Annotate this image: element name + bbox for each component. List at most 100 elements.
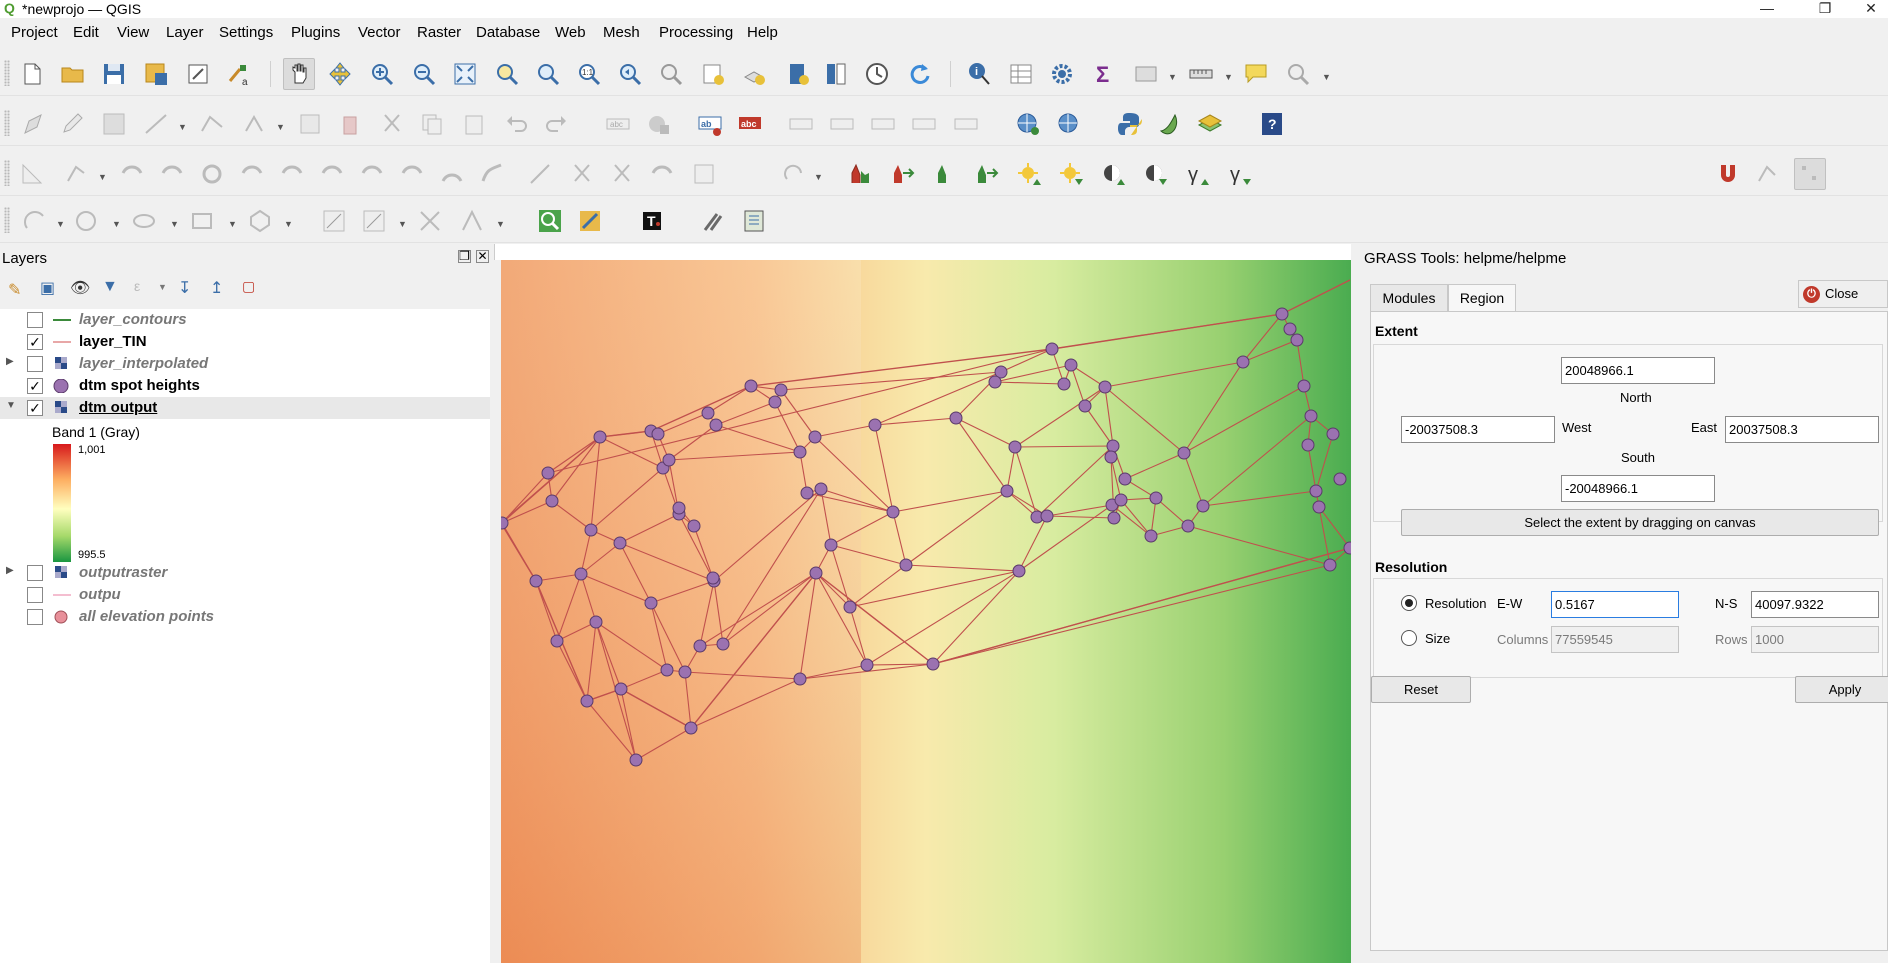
statistical-summary-icon[interactable]: Σ xyxy=(1088,58,1120,90)
menu-layer[interactable]: Layer xyxy=(166,24,204,41)
collapse-all-icon[interactable]: ↥ xyxy=(210,278,223,298)
grass-tools-icon[interactable] xyxy=(1154,108,1186,140)
merge-features-icon[interactable] xyxy=(646,158,678,190)
filter-expression-icon[interactable]: ε xyxy=(134,278,140,294)
vertex-tool-icon[interactable] xyxy=(196,108,228,140)
tab-region[interactable]: Region xyxy=(1448,284,1516,312)
layer-tool-icon[interactable] xyxy=(1194,108,1226,140)
processing-toolbox-icon[interactable] xyxy=(534,205,566,237)
polygon-tool-icon[interactable] xyxy=(456,205,488,237)
menu-plugins[interactable]: Plugins xyxy=(291,24,340,41)
digitize-line-icon[interactable] xyxy=(140,108,172,140)
print-layout-icon[interactable] xyxy=(182,58,214,90)
north-input[interactable]: 20048966.1 xyxy=(1561,357,1715,384)
show-hide-labels-icon[interactable] xyxy=(826,108,858,140)
resolution-radio[interactable] xyxy=(1401,595,1417,611)
style-brush-icon[interactable]: ✎ xyxy=(8,280,21,300)
minimize-button[interactable]: — xyxy=(1744,0,1790,18)
tab-modules[interactable]: Modules xyxy=(1370,284,1448,312)
delete-ring-icon[interactable] xyxy=(316,158,348,190)
split-parts-icon[interactable] xyxy=(606,158,638,190)
add-circle-icon[interactable] xyxy=(70,205,102,237)
rotate-label-icon[interactable] xyxy=(908,108,940,140)
pin-labels-icon[interactable] xyxy=(785,108,817,140)
layer-item[interactable]: ✓ layer_TIN xyxy=(0,331,490,353)
grass-shell-icon[interactable] xyxy=(698,205,730,237)
collapse-arrow-icon[interactable]: ▼ xyxy=(6,400,16,411)
measure-line-icon[interactable] xyxy=(1185,58,1217,90)
style-manager-icon[interactable]: a xyxy=(222,58,254,90)
diagram-options-icon[interactable] xyxy=(643,108,675,140)
layer-visibility-checkbox[interactable] xyxy=(27,565,43,581)
simplify-feature-icon[interactable] xyxy=(156,158,188,190)
copy-features-icon[interactable] xyxy=(416,108,448,140)
advanced-digitizing-icon[interactable] xyxy=(16,158,48,190)
zoom-native-icon[interactable]: 1:1 xyxy=(573,58,605,90)
expand-arrow-icon[interactable]: ▶ xyxy=(6,356,14,367)
change-label-icon[interactable] xyxy=(950,108,982,140)
add-ring-icon[interactable] xyxy=(196,158,228,190)
layer-item[interactable]: ▶ outputraster xyxy=(0,562,490,584)
add-wms-layer-icon[interactable] xyxy=(1012,108,1044,140)
manage-visibility-icon[interactable]: 👁 xyxy=(70,278,90,298)
layer-item-selected[interactable]: ▼ ✓ dtm output xyxy=(0,397,490,419)
south-input[interactable]: -20048966.1 xyxy=(1561,475,1715,502)
menu-settings[interactable]: Settings xyxy=(219,24,273,41)
pan-map-icon[interactable] xyxy=(283,58,315,90)
merge-attributes-icon[interactable] xyxy=(688,158,720,190)
save-edits-icon[interactable] xyxy=(98,108,130,140)
delete-selected-icon[interactable] xyxy=(334,108,366,140)
toggle-editing-icon[interactable] xyxy=(56,108,88,140)
label-toolbar-icon[interactable]: abc xyxy=(602,108,634,140)
chevron-down-icon[interactable]: ▼ xyxy=(398,219,407,229)
menu-web[interactable]: Web xyxy=(555,24,586,41)
add-wfs-layer-icon[interactable] xyxy=(1053,108,1085,140)
ew-resolution-input[interactable]: 0.5167 xyxy=(1551,591,1679,618)
chevron-down-icon[interactable]: ▼ xyxy=(284,219,293,229)
show-bookmarks-icon[interactable] xyxy=(820,58,852,90)
chevron-down-icon[interactable]: ▼ xyxy=(1224,72,1233,82)
layer-item[interactable]: layer_contours xyxy=(0,309,490,331)
open-field-calculator-icon[interactable] xyxy=(1130,58,1162,90)
pan-to-selection-icon[interactable] xyxy=(324,58,356,90)
layer-item[interactable]: ▶ layer_interpolated xyxy=(0,353,490,375)
size-radio[interactable] xyxy=(1401,630,1417,646)
undo-icon[interactable] xyxy=(500,108,532,140)
gamma-up-icon[interactable]: γ xyxy=(1182,158,1214,190)
layer-visibility-checkbox[interactable]: ✓ xyxy=(27,334,43,350)
refresh-icon[interactable] xyxy=(903,58,935,90)
split-features-icon[interactable] xyxy=(566,158,598,190)
help-icon[interactable]: ? xyxy=(1256,108,1288,140)
new-bookmark-icon[interactable] xyxy=(782,58,814,90)
viewshed-down-icon[interactable] xyxy=(1140,158,1172,190)
layer-labeling-icon[interactable]: ab xyxy=(694,108,726,140)
python-console-icon[interactable] xyxy=(1114,108,1146,140)
east-input[interactable]: 20037508.3 xyxy=(1725,416,1879,443)
fill-ring-icon[interactable] xyxy=(276,158,308,190)
snapping-magnet-icon[interactable] xyxy=(1712,158,1744,190)
toolbar-handle[interactable] xyxy=(4,110,10,136)
new-3d-view-icon[interactable] xyxy=(738,58,770,90)
layer-item[interactable]: all elevation points xyxy=(0,606,490,628)
toolbar-handle[interactable] xyxy=(4,207,10,233)
layer-visibility-checkbox[interactable] xyxy=(27,356,43,372)
columns-input[interactable]: 77559545 xyxy=(1551,626,1679,653)
menu-mesh[interactable]: Mesh xyxy=(603,24,640,41)
profile-green-icon[interactable] xyxy=(930,158,962,190)
menu-processing[interactable]: Processing xyxy=(659,24,733,41)
zoom-full-icon[interactable] xyxy=(449,58,481,90)
map-canvas[interactable] xyxy=(501,260,1351,963)
processing-model-icon[interactable] xyxy=(574,205,606,237)
new-map-view-icon[interactable] xyxy=(697,58,729,90)
zoom-to-selection-icon[interactable] xyxy=(491,58,523,90)
move-vertex-icon[interactable] xyxy=(414,205,446,237)
chevron-down-icon[interactable]: ▼ xyxy=(1322,72,1331,82)
snapping-options-icon[interactable] xyxy=(1794,158,1826,190)
add-ellipse-icon[interactable] xyxy=(128,205,160,237)
chevron-down-icon[interactable]: ▼ xyxy=(158,282,167,292)
menu-view[interactable]: View xyxy=(117,24,149,41)
menu-database[interactable]: Database xyxy=(476,24,540,41)
chevron-down-icon[interactable]: ▼ xyxy=(178,122,187,132)
chevron-down-icon[interactable]: ▼ xyxy=(56,219,65,229)
menu-raster[interactable]: Raster xyxy=(417,24,461,41)
